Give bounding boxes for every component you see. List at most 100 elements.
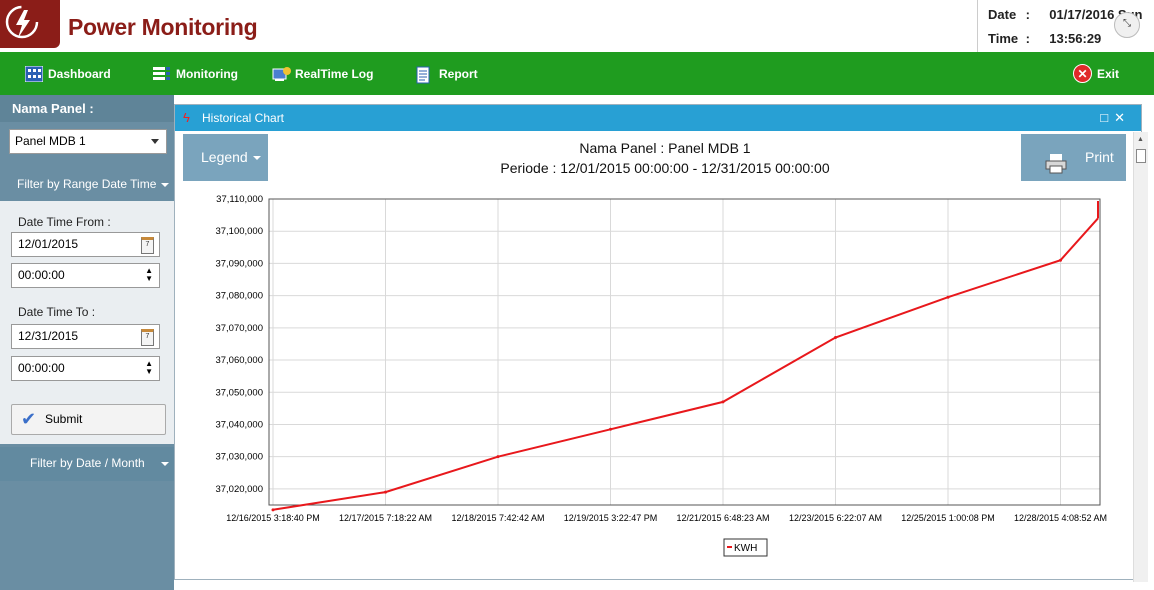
exit-button[interactable]: ✕ Exit	[1073, 52, 1119, 95]
y-tick-label: 37,050,000	[215, 387, 263, 398]
panel-select-value: Panel MDB 1	[15, 134, 86, 148]
app-title: Power Monitoring	[68, 14, 258, 40]
nav-monitoring-label: Monitoring	[176, 66, 238, 81]
nav-report-label: Report	[439, 66, 478, 81]
y-tick-label: 37,030,000	[215, 452, 263, 463]
close-circle-icon: ✕	[1073, 64, 1092, 83]
legend-item-kwh: KWH	[734, 543, 757, 554]
x-tick-label: 12/16/2015 3:18:40 PM	[226, 513, 320, 523]
data-point-kwh	[946, 295, 950, 299]
time-to-field[interactable]: 00:00:00 ▲ ▼	[11, 356, 160, 381]
monitoring-icon	[153, 66, 171, 82]
fullscreen-toggle-icon[interactable]: ⤡	[1114, 12, 1140, 38]
vertical-scrollbar[interactable]: ▲	[1133, 132, 1148, 582]
x-tick-label: 12/18/2015 7:42:42 AM	[451, 513, 544, 523]
scroll-up-icon[interactable]: ▲	[1137, 136, 1144, 143]
date-separator: :	[1025, 7, 1030, 22]
nav-report[interactable]: Report	[416, 52, 478, 95]
nav-realtime-log-label: RealTime Log	[295, 66, 374, 81]
chart-legend: KWH	[723, 538, 768, 557]
checkmark-icon: ✔	[21, 409, 37, 429]
data-point-kwh	[834, 336, 837, 340]
y-tick-label: 37,110,000	[216, 194, 263, 205]
close-icon[interactable]: ✕	[1114, 110, 1131, 125]
window-titlebar: ϟ Historical Chart □✕	[175, 105, 1141, 131]
submit-button[interactable]: ✔ Submit	[11, 404, 166, 435]
time-label: Time	[988, 31, 1019, 46]
printer-icon	[1045, 146, 1067, 174]
y-tick-label: 37,060,000	[215, 355, 263, 366]
x-tick-label: 12/19/2015 3:22:47 PM	[564, 513, 658, 523]
time-from-value: 00:00:00	[18, 268, 65, 282]
chevron-down-icon	[151, 139, 159, 144]
calendar-icon[interactable]: 7	[141, 329, 154, 346]
chart-subtitle: Periode : 12/01/2015 00:00:00 - 12/31/20…	[500, 160, 830, 176]
maximize-icon[interactable]: □	[1100, 110, 1114, 125]
data-point-kwh	[384, 490, 387, 494]
realtime-log-icon	[272, 66, 291, 82]
chart-heading: Nama Panel : Panel MDB 1 Periode : 12/01…	[375, 138, 955, 178]
x-tick-label: 12/21/2015 6:48:23 AM	[676, 513, 769, 523]
data-point-kwh	[721, 400, 725, 404]
chevron-down-icon	[161, 183, 169, 187]
print-label: Print	[1085, 149, 1114, 165]
y-tick-label: 37,070,000	[215, 323, 263, 334]
date-to-label: Date Time To :	[18, 305, 96, 319]
main-nav: Dashboard Monitoring RealTime Log Report…	[0, 52, 1154, 95]
exit-label: Exit	[1097, 66, 1120, 81]
chevron-down-icon	[253, 156, 261, 160]
date-from-label: Date Time From :	[18, 215, 111, 229]
panel-heading: Nama Panel :	[0, 95, 174, 122]
nav-realtime-log[interactable]: RealTime Log	[272, 52, 373, 95]
chevron-down-icon	[161, 462, 169, 466]
nav-dashboard[interactable]: Dashboard	[24, 52, 111, 95]
app-header: Power Monitoring Date : 01/17/2016 Sun T…	[0, 0, 1154, 52]
date-from-field[interactable]: 12/01/2015 7	[11, 232, 160, 257]
x-tick-label: 12/25/2015 1:00:08 PM	[901, 513, 995, 523]
filter-range-label: Filter by Range Date Time	[17, 177, 157, 191]
report-icon	[416, 66, 434, 83]
legend-button[interactable]: Legend	[183, 134, 268, 181]
filter-month-label: Filter by Date / Month	[30, 456, 145, 470]
time-to-value: 00:00:00	[18, 361, 65, 375]
date-to-field[interactable]: 12/31/2015 7	[11, 324, 160, 349]
y-tick-label: 37,040,000	[215, 419, 263, 430]
spinner-icon[interactable]: ▲ ▼	[145, 267, 153, 283]
power-logo-icon	[0, 0, 60, 48]
date-to-value: 12/31/2015	[18, 329, 79, 343]
x-tick-label: 12/17/2015 7:18:22 AM	[339, 513, 432, 523]
scroll-thumb[interactable]	[1136, 149, 1146, 163]
dashboard-icon	[24, 65, 44, 82]
filter-month-toggle[interactable]: Filter by Date / Month	[0, 447, 174, 481]
data-point-kwh	[1059, 258, 1062, 262]
y-tick-label: 37,020,000	[215, 484, 263, 495]
date-label: Date	[988, 7, 1017, 22]
historical-chart-window: ϟ Historical Chart □✕ Legend Nama Panel …	[174, 104, 1142, 580]
time-from-field[interactable]: 00:00:00 ▲ ▼	[11, 263, 160, 288]
filter-sidebar: Nama Panel : Panel MDB 1 Filter by Range…	[0, 95, 174, 590]
time-separator: :	[1025, 31, 1030, 46]
y-tick-label: 37,090,000	[215, 258, 263, 269]
x-tick-label: 12/28/2015 4:08:52 AM	[1014, 513, 1107, 523]
print-button[interactable]: Print	[1021, 134, 1126, 181]
y-tick-label: 37,080,000	[215, 291, 263, 302]
panel-select[interactable]: Panel MDB 1	[9, 129, 167, 154]
filter-range-toggle[interactable]: Filter by Range Date Time	[0, 168, 174, 201]
spinner-icon[interactable]: ▲ ▼	[145, 360, 153, 376]
y-tick-label: 37,100,000	[215, 226, 263, 237]
x-tick-label: 12/23/2015 6:22:07 AM	[789, 513, 882, 523]
date-from-value: 12/01/2015	[18, 237, 79, 251]
nav-monitoring[interactable]: Monitoring	[153, 52, 238, 95]
data-point-kwh	[271, 508, 275, 512]
data-point-kwh	[496, 455, 500, 459]
time-value: 13:56:29	[1049, 31, 1102, 46]
submit-label: Submit	[45, 412, 83, 426]
legend-label: Legend	[201, 149, 248, 165]
data-point-kwh	[609, 427, 612, 431]
kwh-line-chart: 37,020,000 37,030,000 37,040,000 37,050,000…	[176, 185, 1140, 575]
calendar-icon[interactable]: 7	[141, 237, 154, 254]
window-title: Historical Chart	[202, 111, 285, 125]
lightning-icon: ϟ	[183, 110, 190, 125]
nav-dashboard-label: Dashboard	[48, 66, 111, 81]
chart-title: Nama Panel : Panel MDB 1	[579, 140, 751, 156]
